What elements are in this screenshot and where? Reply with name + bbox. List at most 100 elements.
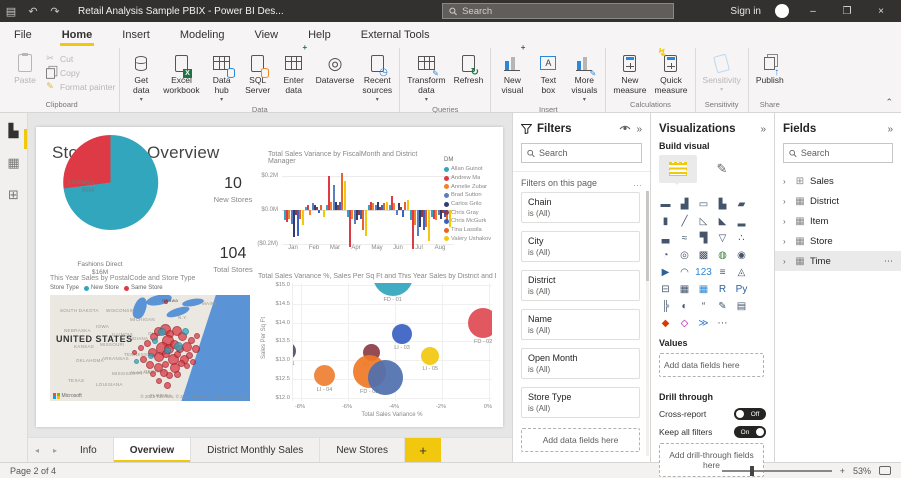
legend-new-store[interactable]: New Store (84, 285, 119, 291)
minimize-button[interactable]: – (803, 6, 823, 17)
map-data-point[interactable] (146, 361, 154, 369)
field-table-row[interactable]: › ▦ Time ⋯ (775, 251, 901, 271)
format-painter-button[interactable]: ✎Format painter (44, 80, 115, 93)
legend-item[interactable]: Allan Guinot (444, 165, 500, 174)
visual-type-icon[interactable]: ╠ (657, 298, 674, 314)
restore-button[interactable]: ❐ (837, 6, 857, 17)
map-data-point[interactable] (150, 371, 156, 377)
expand-chevron-icon[interactable]: › (783, 177, 790, 186)
map-data-point[interactable] (194, 333, 200, 339)
page-tab-overview[interactable]: Overview (114, 438, 191, 462)
sql-server-button[interactable]: SQL Server (241, 48, 275, 96)
field-table-row[interactable]: › ▦ District (775, 191, 901, 211)
legend-item[interactable]: Valery Ushakov (444, 235, 500, 244)
more-visuals-button[interactable]: ✎ More visuals▾ (567, 48, 601, 103)
menu-item[interactable]: Home (60, 25, 95, 46)
menu-item[interactable]: File (12, 25, 34, 46)
collapse-visualizations-icon[interactable]: » (760, 124, 766, 135)
column-chart-visual[interactable]: Total Sales Variance by FiscalMonth and … (248, 143, 500, 261)
visual-type-icon[interactable]: ▙ (714, 196, 731, 212)
filters-search-input[interactable] (539, 148, 636, 158)
legend-item[interactable]: Annelie Zubar (444, 182, 500, 191)
drill-through-add-field-dropzone[interactable]: Add drill-through fields here (659, 443, 764, 477)
zoom-slider[interactable] (722, 470, 832, 472)
column-bar[interactable] (309, 210, 311, 215)
visual-type-icon[interactable]: ◔ (657, 247, 674, 263)
map-data-point[interactable] (158, 328, 166, 336)
eye-icon[interactable] (619, 125, 631, 133)
prev-page-arrow[interactable]: ◂ (28, 438, 46, 462)
format-visual-tab[interactable]: ✎ (703, 155, 741, 183)
column-bar[interactable] (393, 203, 395, 210)
column-bar[interactable] (428, 210, 430, 241)
page-tab-district-monthly-sales[interactable]: District Monthly Sales (191, 438, 320, 462)
fields-search-box[interactable] (783, 143, 893, 163)
save-icon[interactable]: ▤ (0, 5, 22, 18)
text-box-button[interactable]: A Text box (531, 48, 565, 96)
legend-item[interactable]: Brad Sutton (444, 191, 500, 200)
map-data-point[interactable] (188, 337, 195, 344)
map-data-point[interactable] (164, 382, 171, 389)
legend-same-store[interactable]: Same Store (124, 285, 163, 291)
report-page[interactable]: Store Sales Overview This Year Sales by … (36, 127, 503, 427)
column-bar[interactable] (344, 181, 346, 210)
visual-type-icon[interactable]: ▭ (695, 196, 712, 212)
data-hub-button[interactable]: Data hub▾ (205, 48, 239, 103)
map-data-point[interactable] (162, 361, 169, 368)
global-search-box[interactable] (442, 3, 674, 19)
field-table-row[interactable]: › ▦ Store (775, 231, 901, 251)
visual-type-icon[interactable]: ▤ (733, 298, 750, 314)
collapse-filters-icon[interactable]: » (636, 124, 642, 135)
paste-button[interactable]: Paste (8, 48, 42, 86)
sign-in-button[interactable]: Sign in (730, 6, 761, 17)
visual-type-icon[interactable]: ▟ (676, 196, 693, 212)
copy-button[interactable]: Copy (44, 66, 115, 79)
visual-type-icon[interactable]: ◠ (676, 264, 693, 280)
map-data-point[interactable] (190, 359, 196, 365)
legend-item[interactable]: Carlos Grilo (444, 200, 500, 209)
legend-item[interactable]: Tina Lassila (444, 226, 500, 235)
page-tab-new-stores[interactable]: New Stores (320, 438, 405, 462)
visual-type-icon[interactable]: ▰ (733, 196, 750, 212)
filter-card[interactable]: Chain is (All) (521, 192, 640, 223)
next-page-arrow[interactable]: ▸ (46, 438, 64, 462)
map-data-point[interactable] (148, 353, 154, 359)
visual-type-icon[interactable]: ▦ (676, 281, 693, 297)
avatar[interactable] (775, 4, 789, 18)
enter-data-button[interactable]: + Enter data (277, 48, 311, 96)
dataverse-button[interactable]: ◎ Dataverse (313, 48, 358, 86)
filter-card[interactable]: City is (All) (521, 231, 640, 262)
map-data-point[interactable] (184, 363, 190, 369)
zoom-in-button[interactable]: + (840, 466, 845, 476)
map[interactable]: UNITED STATES Ottawa SOUTH DAKOTAWISCONS… (50, 295, 250, 401)
scatter-bubble-FD-01[interactable] (373, 283, 413, 296)
map-data-point[interactable] (156, 378, 162, 384)
visual-type-icon[interactable]: ◇ (676, 315, 693, 331)
keep-all-filters-toggle[interactable]: On (734, 426, 766, 438)
visual-type-icon[interactable]: ⋯ (714, 315, 731, 331)
field-table-row[interactable]: › ▦ Item (775, 211, 901, 231)
data-view-button[interactable]: ▦ (0, 155, 27, 171)
cross-report-toggle[interactable]: Off (734, 408, 766, 420)
scatter-bubble-FD-02[interactable] (468, 308, 492, 338)
visual-type-icon[interactable]: ▜ (695, 230, 712, 246)
zoom-percent[interactable]: 53% (853, 466, 871, 476)
visual-type-icon[interactable]: ◐ (676, 298, 693, 314)
column-bar[interactable] (396, 210, 398, 215)
visual-type-icon[interactable]: ▦ (695, 281, 712, 297)
visual-type-icon[interactable]: ◺ (695, 213, 712, 229)
recent-sources-button[interactable]: ◷ Recent sources▾ (359, 48, 395, 103)
global-search-input[interactable] (462, 6, 667, 17)
map-data-point[interactable] (182, 328, 189, 335)
page-tab-info[interactable]: Info (64, 438, 114, 462)
map-visual[interactable]: This Year Sales by PostalCode and Store … (44, 273, 252, 403)
menu-item[interactable]: External Tools (359, 25, 432, 46)
column-bar[interactable] (318, 210, 320, 213)
visual-type-icon[interactable]: ╱ (676, 213, 693, 229)
menu-item[interactable]: Modeling (178, 25, 227, 46)
visual-type-icon[interactable]: ▶ (657, 264, 674, 280)
visual-type-icon[interactable]: ▂ (733, 213, 750, 229)
scatter-bubble-unlabeled[interactable] (368, 360, 403, 395)
new-page-button[interactable]: + (405, 438, 441, 462)
zoom-slider-thumb[interactable] (750, 466, 754, 476)
